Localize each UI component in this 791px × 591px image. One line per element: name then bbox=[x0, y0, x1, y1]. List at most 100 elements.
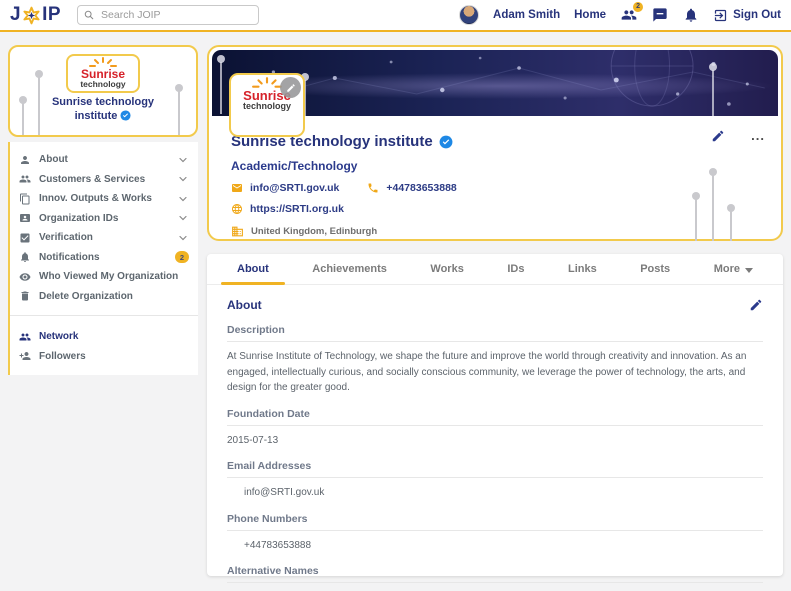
profile-location: United Kingdom, Edinburgh bbox=[231, 225, 781, 238]
tab-ids[interactable]: IDs bbox=[507, 254, 524, 284]
search-box bbox=[77, 5, 260, 25]
profile-org-logo: Sunrise technology bbox=[229, 73, 305, 137]
edit-profile-button[interactable] bbox=[711, 129, 725, 143]
logo-star-icon bbox=[23, 6, 40, 24]
sign-out-label: Sign Out bbox=[733, 9, 781, 21]
field-foundation-date: Foundation Date 2015-07-13 bbox=[227, 408, 763, 449]
caret-down-icon bbox=[744, 267, 753, 273]
home-link[interactable]: Home bbox=[574, 9, 606, 21]
top-bar: J IP Adam Smith Home 2 bbox=[0, 0, 791, 32]
followers-icon bbox=[19, 352, 31, 361]
menu-divider bbox=[10, 315, 198, 316]
decor-pin bbox=[692, 192, 700, 241]
app-logo[interactable]: J IP bbox=[10, 4, 61, 26]
connections-badge: 2 bbox=[633, 1, 644, 12]
sidebar-item-delete-organization[interactable]: Delete Organization bbox=[19, 287, 189, 307]
decor-pin bbox=[19, 96, 27, 135]
tab-achievements[interactable]: Achievements bbox=[312, 254, 387, 284]
trash-icon bbox=[21, 291, 29, 301]
org-logo-line2: technology bbox=[80, 79, 126, 89]
sidebar-item-verification[interactable]: Verification bbox=[19, 228, 189, 248]
pencil-icon bbox=[750, 299, 762, 311]
sidebar-org-logo: Sunrise technology bbox=[66, 54, 140, 94]
search-input[interactable] bbox=[99, 8, 253, 22]
bell-icon bbox=[21, 252, 29, 263]
tab-more[interactable]: More bbox=[714, 254, 753, 284]
chevron-down-icon bbox=[179, 216, 187, 221]
tab-about[interactable]: About bbox=[221, 254, 285, 285]
more-options-button[interactable]: ... bbox=[751, 129, 765, 142]
about-section-title: About bbox=[227, 298, 262, 312]
person-icon bbox=[21, 155, 29, 164]
profile-website[interactable]: https://SRTI.org.uk bbox=[231, 203, 344, 215]
chevron-down-icon bbox=[179, 196, 187, 202]
notifications-button[interactable] bbox=[682, 7, 699, 24]
bell-icon bbox=[685, 8, 696, 22]
globe-icon bbox=[232, 204, 242, 214]
tab-links[interactable]: Links bbox=[568, 254, 597, 284]
tab-works[interactable]: Works bbox=[430, 254, 463, 284]
sidebar-item-who-viewed[interactable]: Who Viewed My Organization bbox=[19, 267, 189, 287]
messages-button[interactable] bbox=[651, 7, 668, 24]
sidebar-item-customers-services[interactable]: Customers & Services bbox=[19, 170, 189, 190]
pencil-icon bbox=[712, 130, 724, 142]
chat-icon bbox=[652, 8, 667, 22]
chevron-down-icon bbox=[179, 157, 187, 163]
customers-icon bbox=[19, 175, 31, 183]
field-alternative-names: Alternative Names SRT Institute bbox=[227, 565, 763, 591]
sidebar-item-followers[interactable]: Followers bbox=[19, 347, 189, 367]
sidebar-item-organization-ids[interactable]: Organization IDs bbox=[19, 209, 189, 229]
profile-name: Sunrise technology institute bbox=[231, 133, 781, 150]
pencil-icon bbox=[286, 83, 295, 92]
sign-out-icon bbox=[714, 9, 727, 21]
decor-pin bbox=[175, 84, 183, 135]
sidebar: Sunrise technology Sunrise technology in… bbox=[8, 45, 198, 375]
edit-logo-button[interactable] bbox=[280, 77, 301, 98]
decor-pin bbox=[35, 70, 43, 135]
org-logo-line2: technology bbox=[242, 101, 291, 111]
decor-pin bbox=[727, 204, 735, 241]
content-card: About Achievements Works IDs Links Posts… bbox=[207, 254, 783, 583]
tab-posts[interactable]: Posts bbox=[640, 254, 670, 284]
chevron-down-icon bbox=[179, 177, 187, 182]
field-email-addresses: Email Addresses info@SRTI.gov.uk bbox=[227, 460, 763, 501]
main-column: Sunrise technology ... Sunrise technolog… bbox=[207, 45, 783, 583]
decor-pin bbox=[217, 55, 225, 114]
logo-text-ip: IP bbox=[42, 4, 62, 25]
profile-card: Sunrise technology ... Sunrise technolog… bbox=[207, 45, 783, 241]
chevron-down-icon bbox=[179, 235, 187, 241]
id-card-icon bbox=[20, 214, 30, 223]
avatar[interactable] bbox=[459, 5, 480, 25]
decor-pin bbox=[709, 63, 717, 116]
search-icon bbox=[84, 10, 94, 20]
verified-icon bbox=[439, 135, 453, 148]
decor-pin bbox=[709, 168, 717, 241]
about-section: About Description At Sunrise Institute o… bbox=[207, 285, 783, 591]
connections-button[interactable]: 2 bbox=[620, 1, 644, 24]
profile-email[interactable]: info@SRTI.gov.uk bbox=[231, 182, 339, 194]
verification-icon bbox=[20, 233, 30, 243]
sidebar-item-network[interactable]: Network bbox=[19, 327, 189, 347]
eye-icon bbox=[19, 273, 31, 281]
notifications-badge: 2 bbox=[174, 251, 189, 264]
sign-out-button[interactable]: Sign Out bbox=[713, 8, 781, 23]
profile-phone[interactable]: +44783653888 bbox=[367, 182, 457, 194]
field-phone-numbers: Phone Numbers +44783653888 bbox=[227, 513, 763, 554]
sidebar-item-innov-outputs-works[interactable]: Innov. Outputs & Works bbox=[19, 189, 189, 209]
logo-text-j: J bbox=[10, 4, 22, 25]
works-icon bbox=[20, 193, 30, 205]
network-icon bbox=[19, 333, 31, 341]
sidebar-menu: About Customers & Services Innov. Output… bbox=[8, 142, 198, 375]
sidebar-org-card[interactable]: Sunrise technology Sunrise technology in… bbox=[8, 45, 198, 137]
edit-about-button[interactable] bbox=[749, 298, 763, 312]
field-description: Description At Sunrise Institute of Tech… bbox=[227, 324, 763, 396]
building-icon bbox=[232, 226, 243, 237]
profile-category: Academic/Technology bbox=[231, 159, 358, 173]
sidebar-item-notifications[interactable]: Notifications 2 bbox=[19, 248, 189, 268]
user-name[interactable]: Adam Smith bbox=[493, 9, 560, 21]
sidebar-item-about[interactable]: About bbox=[19, 150, 189, 170]
verified-icon bbox=[120, 110, 131, 121]
tab-bar: About Achievements Works IDs Links Posts… bbox=[207, 254, 783, 285]
email-icon bbox=[232, 184, 242, 192]
phone-icon bbox=[368, 183, 378, 193]
